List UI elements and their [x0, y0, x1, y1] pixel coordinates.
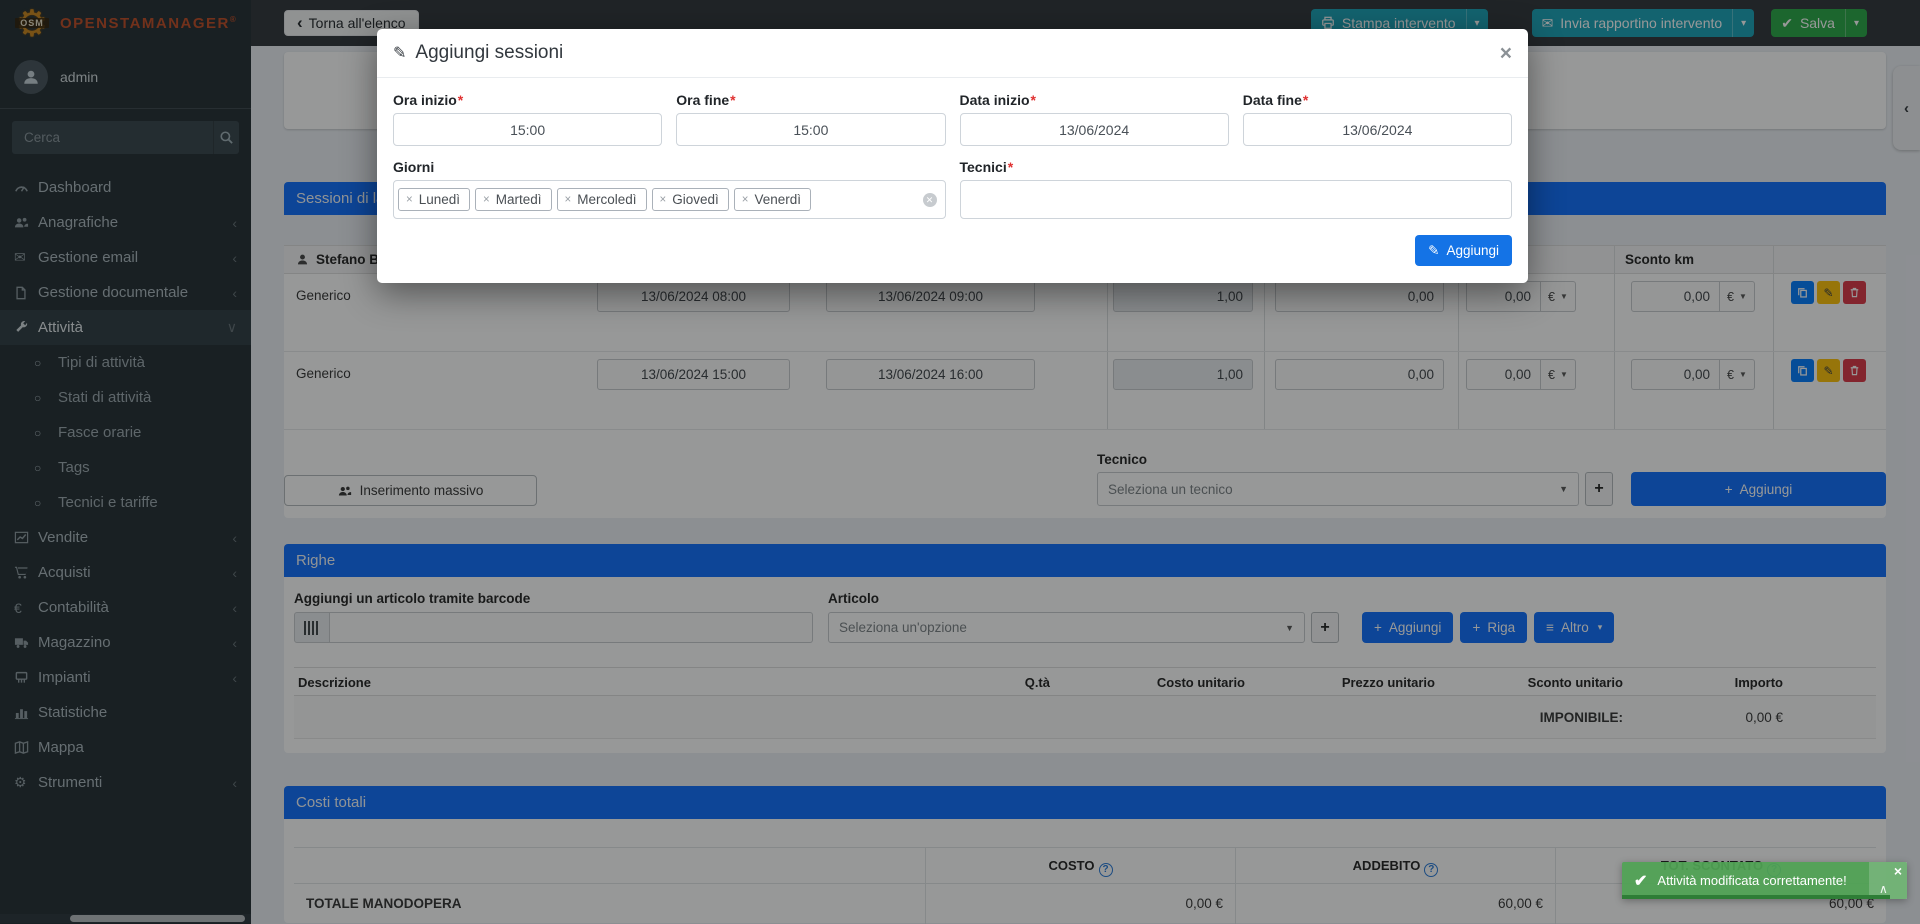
required-mark: * — [730, 92, 735, 108]
success-toast[interactable]: ✔ Attività modificata correttamente! ∧ × — [1622, 862, 1907, 899]
giorni-field: Giorni ×Lunedì ×Martedì ×Mercoledì ×Giov… — [393, 159, 946, 219]
toast-message: Attività modificata correttamente! — [1657, 873, 1846, 888]
modal-body: Ora inizio* Ora fine* Data inizio* Data … — [377, 78, 1528, 283]
remove-tag-icon[interactable]: × — [742, 194, 749, 206]
ora-inizio-field: Ora inizio* — [393, 92, 662, 146]
modal-submit-button[interactable]: ✎ Aggiungi — [1415, 235, 1512, 266]
ora-inizio-input[interactable] — [393, 113, 662, 146]
tecnici-field: Tecnici* — [960, 159, 1513, 219]
modal-close-button[interactable]: × — [1500, 43, 1512, 64]
ora-fine-label: Ora fine* — [676, 92, 945, 108]
tecnici-input[interactable] — [960, 180, 1513, 219]
edit-icon: ✎ — [1428, 243, 1439, 259]
clear-all-tags-icon[interactable]: ✕ — [923, 193, 937, 207]
required-mark: * — [458, 92, 463, 108]
toast-close-icon[interactable]: × — [1894, 863, 1902, 879]
day-tag[interactable]: ×Giovedì — [652, 188, 729, 211]
modal-header: ✎ Aggiungi sessioni × — [377, 29, 1528, 78]
toast-side-panel: ∧ × — [1869, 862, 1907, 899]
required-mark: * — [1008, 159, 1013, 175]
tecnici-label: Tecnici* — [960, 159, 1513, 175]
toast-progress-bar — [1622, 895, 1890, 899]
pencil-icon: ✎ — [393, 43, 406, 63]
ora-inizio-label: Ora inizio* — [393, 92, 662, 108]
remove-tag-icon[interactable]: × — [483, 194, 490, 206]
modal-title: ✎ Aggiungi sessioni — [393, 42, 563, 64]
data-inizio-input[interactable] — [960, 113, 1229, 146]
remove-tag-icon[interactable]: × — [406, 194, 413, 206]
add-sessions-modal: ✎ Aggiungi sessioni × Ora inizio* Ora fi… — [377, 29, 1528, 283]
day-tag[interactable]: ×Venerdì — [734, 188, 811, 211]
giorni-label: Giorni — [393, 159, 946, 175]
data-fine-label: Data fine* — [1243, 92, 1512, 108]
giorni-multiselect[interactable]: ×Lunedì ×Martedì ×Mercoledì ×Giovedì ×Ve… — [393, 180, 946, 219]
remove-tag-icon[interactable]: × — [565, 194, 572, 206]
data-inizio-field: Data inizio* — [960, 92, 1229, 146]
check-icon: ✔ — [1634, 871, 1647, 891]
day-tag[interactable]: ×Mercoledì — [557, 188, 647, 211]
data-inizio-label: Data inizio* — [960, 92, 1229, 108]
modal-footer: ✎ Aggiungi — [393, 235, 1512, 266]
chevron-up-icon[interactable]: ∧ — [1879, 882, 1888, 896]
required-mark: * — [1303, 92, 1308, 108]
data-fine-field: Data fine* — [1243, 92, 1512, 146]
day-tag[interactable]: ×Martedì — [475, 188, 552, 211]
data-fine-input[interactable] — [1243, 113, 1512, 146]
day-tag[interactable]: ×Lunedì — [398, 188, 470, 211]
remove-tag-icon[interactable]: × — [660, 194, 667, 206]
ora-fine-field: Ora fine* — [676, 92, 945, 146]
required-mark: * — [1031, 92, 1036, 108]
ora-fine-input[interactable] — [676, 113, 945, 146]
